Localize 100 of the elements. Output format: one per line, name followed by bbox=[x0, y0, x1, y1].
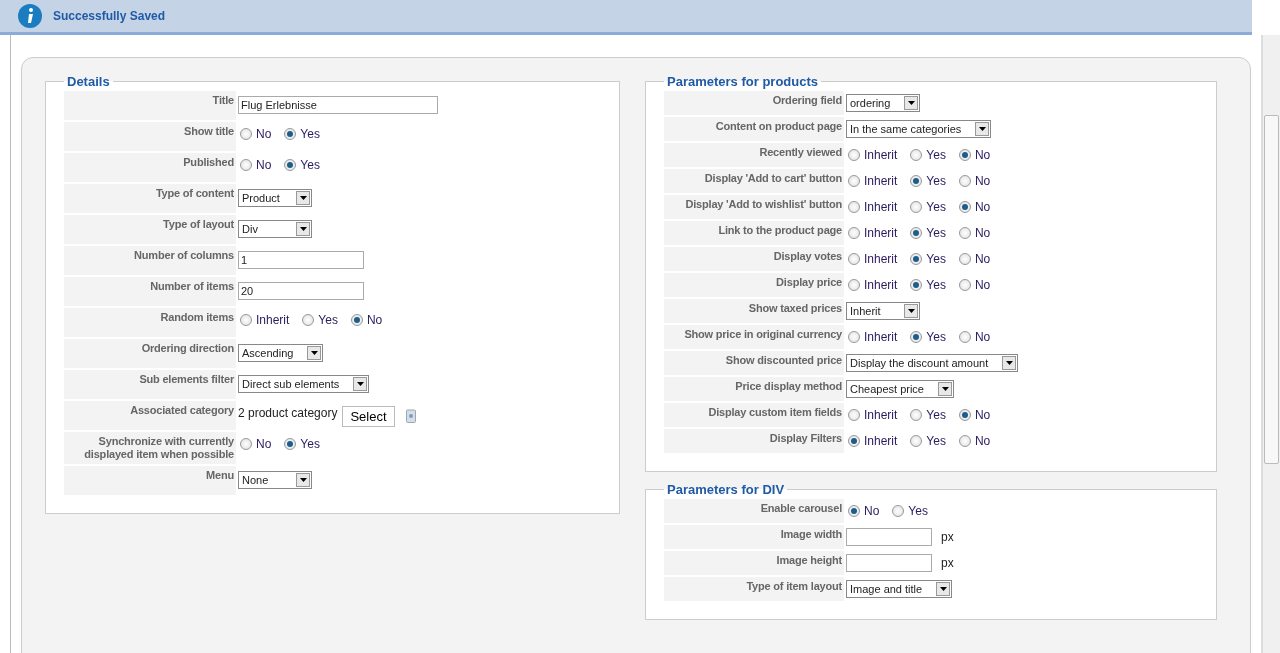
radio-button[interactable] bbox=[284, 128, 297, 140]
radio-label: No bbox=[256, 127, 272, 141]
radio-label: No bbox=[974, 200, 991, 214]
caret-icon bbox=[310, 351, 318, 355]
radio-button[interactable] bbox=[848, 505, 860, 517]
trash-icon[interactable] bbox=[405, 409, 416, 423]
radio-button[interactable] bbox=[910, 435, 923, 447]
field-label: Number of columns bbox=[64, 246, 236, 275]
section-title: Details bbox=[66, 74, 111, 89]
radio-button[interactable] bbox=[892, 505, 905, 517]
radio-button[interactable] bbox=[910, 227, 923, 239]
dropdown[interactable]: Display the discount amount bbox=[846, 354, 1019, 372]
radio-label: Inherit bbox=[864, 174, 898, 188]
text-field[interactable]: 1 bbox=[238, 251, 364, 269]
radio-label: No bbox=[974, 408, 991, 422]
field-label: Image height bbox=[664, 551, 844, 575]
radio-label: Inherit bbox=[864, 252, 898, 266]
radio-label: Yes bbox=[926, 226, 946, 240]
radio-button[interactable] bbox=[958, 175, 971, 187]
radio-button[interactable] bbox=[350, 314, 363, 326]
caret-icon bbox=[907, 309, 915, 313]
select-button[interactable]: Select bbox=[342, 406, 395, 427]
radio-button[interactable] bbox=[848, 227, 860, 239]
text-field[interactable]: Flug Erlebnisse bbox=[238, 96, 438, 114]
section-title: Parameters for DIV bbox=[666, 482, 786, 497]
radio-button[interactable] bbox=[848, 331, 860, 343]
dropdown[interactable]: Direct sub elements bbox=[238, 375, 370, 393]
radio-button[interactable] bbox=[958, 253, 971, 265]
field-label: Associated category bbox=[64, 401, 236, 430]
caret-icon bbox=[299, 196, 307, 200]
field-label: Enable carousel bbox=[664, 499, 844, 523]
field-label: Type of item layout bbox=[664, 577, 844, 601]
dropdown[interactable]: Ascending bbox=[238, 344, 324, 362]
radio-label: Inherit bbox=[864, 330, 898, 344]
text-field[interactable] bbox=[846, 528, 932, 546]
radio-button[interactable] bbox=[958, 279, 971, 291]
dropdown[interactable]: Image and title bbox=[846, 580, 953, 598]
radio-label: Yes bbox=[300, 127, 320, 141]
radio-label: Yes bbox=[926, 408, 946, 422]
radio-button[interactable] bbox=[910, 409, 923, 421]
radio-button[interactable] bbox=[848, 149, 860, 161]
radio-label: Inherit bbox=[256, 313, 290, 327]
dropdown[interactable]: In the same categories bbox=[846, 120, 992, 138]
dropdown[interactable]: None bbox=[238, 471, 312, 489]
radio-label: No bbox=[366, 313, 383, 327]
radio-button[interactable] bbox=[284, 438, 297, 450]
radio-button[interactable] bbox=[910, 149, 923, 161]
dropdown[interactable]: Div bbox=[238, 220, 312, 238]
caret-icon bbox=[299, 478, 307, 482]
radio-label: Yes bbox=[908, 504, 928, 518]
radio-button[interactable] bbox=[958, 409, 971, 421]
radio-label: No bbox=[974, 434, 991, 448]
dropdown[interactable]: Product bbox=[238, 189, 312, 207]
text-field[interactable] bbox=[846, 554, 932, 572]
radio-button[interactable] bbox=[910, 201, 923, 213]
radio-button[interactable] bbox=[958, 435, 971, 447]
radio-button[interactable] bbox=[302, 314, 315, 326]
dropdown[interactable]: ordering bbox=[846, 94, 921, 112]
radio-label: Inherit bbox=[864, 278, 898, 292]
radio-button[interactable] bbox=[848, 201, 860, 213]
field-label: Random items bbox=[64, 308, 236, 337]
radio-button[interactable] bbox=[958, 201, 971, 213]
radio-button[interactable] bbox=[848, 409, 860, 421]
radio-button[interactable] bbox=[958, 149, 971, 161]
field-label: Display Filters bbox=[664, 429, 844, 453]
field-label: Display 'Add to wishlist' button bbox=[664, 195, 844, 219]
section-title: Parameters for products bbox=[666, 74, 819, 89]
radio-label: Inherit bbox=[864, 148, 898, 162]
text-field[interactable]: 20 bbox=[238, 282, 364, 300]
radio-label: No bbox=[974, 226, 991, 240]
radio-button[interactable] bbox=[240, 314, 252, 326]
radio-button[interactable] bbox=[958, 331, 971, 343]
field-label: Display votes bbox=[664, 247, 844, 271]
radio-button[interactable] bbox=[240, 128, 252, 140]
radio-label: Yes bbox=[926, 174, 946, 188]
caret-icon bbox=[907, 101, 915, 105]
radio-button[interactable] bbox=[848, 435, 860, 447]
radio-label: Yes bbox=[300, 437, 320, 451]
radio-button[interactable] bbox=[910, 331, 923, 343]
radio-button[interactable] bbox=[848, 253, 860, 265]
radio-button[interactable] bbox=[910, 279, 923, 291]
field-label: Show price in original currency bbox=[664, 325, 844, 349]
radio-button[interactable] bbox=[910, 175, 923, 187]
field-label: Synchronize with currently displayed item when possible bbox=[64, 432, 236, 464]
radio-label: Yes bbox=[926, 434, 946, 448]
radio-label: No bbox=[974, 148, 991, 162]
radio-button[interactable] bbox=[958, 227, 971, 239]
radio-button[interactable] bbox=[284, 159, 297, 171]
message-text: Successfully Saved bbox=[53, 9, 166, 23]
field-label: Type of content bbox=[64, 184, 236, 213]
field-label: Display 'Add to cart' button bbox=[664, 169, 844, 193]
radio-button[interactable] bbox=[240, 438, 252, 450]
radio-label: Inherit bbox=[864, 226, 898, 240]
radio-button[interactable] bbox=[240, 159, 252, 171]
dropdown[interactable]: Inherit bbox=[846, 302, 920, 320]
radio-button[interactable] bbox=[848, 279, 860, 291]
caret-icon bbox=[1005, 361, 1013, 365]
radio-button[interactable] bbox=[848, 175, 860, 187]
dropdown[interactable]: Cheapest price bbox=[846, 380, 954, 398]
radio-button[interactable] bbox=[910, 253, 923, 265]
